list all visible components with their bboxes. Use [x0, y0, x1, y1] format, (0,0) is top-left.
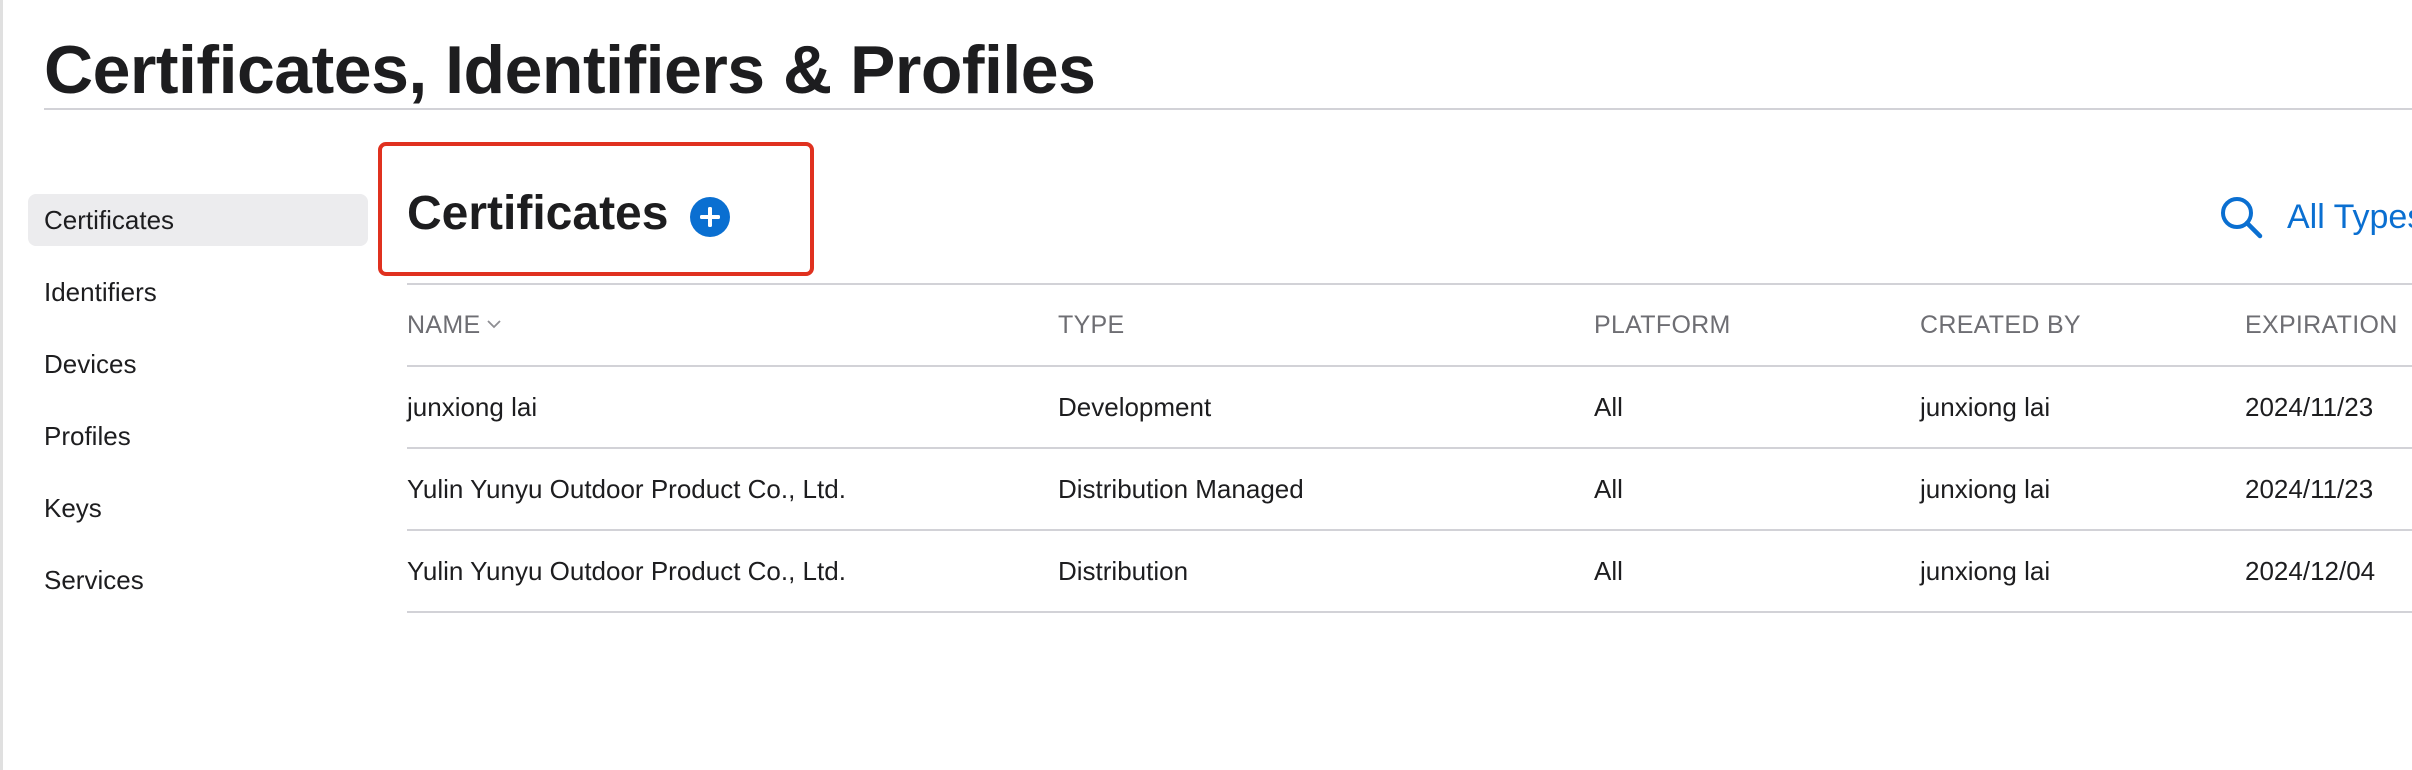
column-header-platform[interactable]: PLATFORM: [1594, 285, 1731, 365]
column-header-type[interactable]: TYPE: [1058, 285, 1125, 365]
cell-created-by: junxiong lai: [1920, 392, 2051, 422]
sidebar-item-keys[interactable]: Keys: [28, 482, 368, 534]
cell-type: Development: [1058, 392, 1212, 422]
column-header-name[interactable]: NAME: [407, 285, 502, 365]
page: Certificates, Identifiers & Profiles Cer…: [0, 0, 2412, 770]
column-header-created-by[interactable]: CREATED BY: [1920, 285, 2081, 365]
column-header-name-label: NAME: [407, 311, 481, 339]
sidebar: Certificates Identifiers Devices Profile…: [28, 194, 368, 626]
chevron-down-icon: [487, 320, 502, 329]
table-row[interactable]: Yulin Yunyu Outdoor Product Co., Ltd. Di…: [407, 449, 2412, 531]
cell-created-by: junxiong lai: [1920, 474, 2051, 504]
sidebar-item-identifiers[interactable]: Identifiers: [28, 266, 368, 318]
cell-name[interactable]: Yulin Yunyu Outdoor Product Co., Ltd.: [407, 449, 846, 529]
search-icon[interactable]: [2218, 194, 2264, 240]
add-certificate-button[interactable]: [690, 197, 730, 237]
sidebar-item-services[interactable]: Services: [28, 554, 368, 606]
window-edge: [0, 0, 3, 770]
cell-platform: All: [1594, 392, 1623, 422]
table-row[interactable]: Yulin Yunyu Outdoor Product Co., Ltd. Di…: [407, 531, 2412, 613]
sidebar-item-certificates[interactable]: Certificates: [28, 194, 368, 246]
cell-created-by: junxiong lai: [1920, 556, 2051, 586]
cell-expiration: 2024/12/04: [2245, 556, 2376, 586]
certificates-table: NAME TYPE PLATFORM CREATED BY EXPIRATION…: [407, 285, 2412, 613]
sidebar-item-profiles[interactable]: Profiles: [28, 410, 368, 462]
title-divider: [44, 108, 2412, 110]
sidebar-item-devices[interactable]: Devices: [28, 338, 368, 390]
plus-circle-icon: [700, 207, 720, 227]
section-title: Certificates: [407, 187, 669, 240]
cell-name[interactable]: junxiong lai: [407, 367, 537, 447]
cell-platform: All: [1594, 474, 1623, 504]
cell-name[interactable]: Yulin Yunyu Outdoor Product Co., Ltd.: [407, 531, 846, 611]
cell-type: Distribution Managed: [1058, 474, 1304, 504]
cell-type: Distribution: [1058, 556, 1189, 586]
cell-expiration: 2024/11/23: [2245, 474, 2374, 504]
cell-platform: All: [1594, 556, 1623, 586]
column-header-expiration[interactable]: EXPIRATION: [2245, 285, 2398, 365]
table-header-row: NAME TYPE PLATFORM CREATED BY EXPIRATION: [407, 285, 2412, 367]
table-row[interactable]: junxiong lai Development All junxiong la…: [407, 367, 2412, 449]
page-title: Certificates, Identifiers & Profiles: [44, 32, 1096, 108]
all-types-filter[interactable]: All Types: [2287, 194, 2412, 240]
cell-expiration: 2024/11/23: [2245, 392, 2374, 422]
